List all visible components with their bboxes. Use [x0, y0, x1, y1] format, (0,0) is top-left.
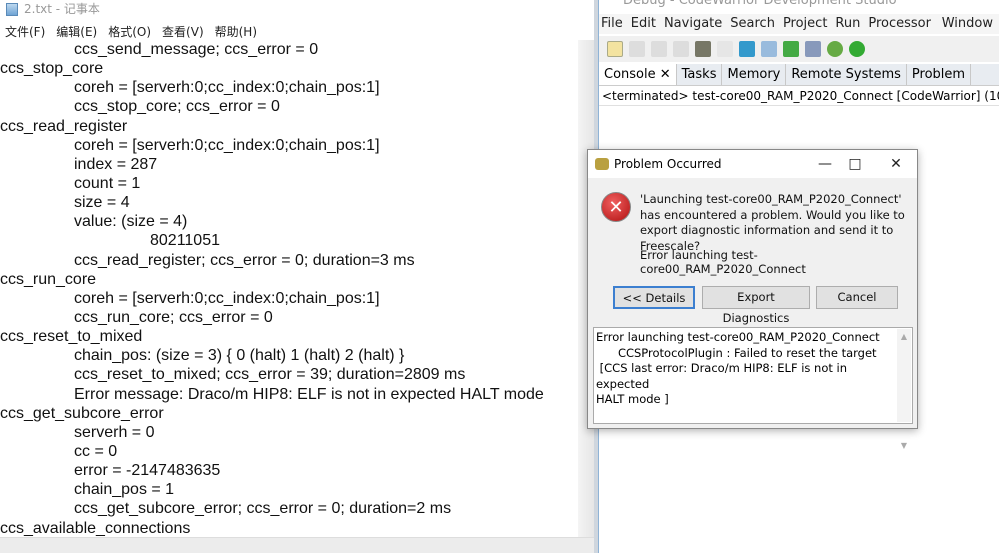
menu-format[interactable]: 格式(O): [103, 22, 157, 42]
run-icon[interactable]: [849, 41, 865, 57]
error-icon: ✕: [601, 192, 631, 222]
eclipse-menubar: File Edit Navigate Search Project Run Pr…: [599, 14, 999, 51]
text-line: ccs_reset_to_mixed; ccs_error = 39; dura…: [74, 366, 466, 384]
dialog-message: 'Launching test-core00_RAM_P2020_Connect…: [640, 192, 905, 253]
text-line: Error message: Draco/m HIP8: ELF is not …: [74, 385, 544, 403]
problem-dialog: Problem Occurred — □ ✕ ✕ 'Launching test…: [587, 149, 918, 450]
debug-icon[interactable]: [827, 41, 843, 57]
cancel-button[interactable]: Cancel: [816, 286, 898, 309]
menu-navigate[interactable]: Navigate: [662, 14, 726, 34]
text-line: ccs_available_connections: [0, 519, 191, 537]
details-content: Error launching test-core00_RAM_P2020_Co…: [596, 330, 880, 406]
text-line: count = 1: [74, 174, 141, 192]
text-line: ccs_stop_core; ccs_error = 0: [74, 98, 280, 116]
menu-run[interactable]: Run: [833, 14, 864, 34]
export-diagnostics-button[interactable]: Export Diagnostics: [702, 286, 810, 325]
details-text[interactable]: Error launching test-core00_RAM_P2020_Co…: [593, 327, 913, 450]
text-line: serverh = 0: [74, 423, 155, 441]
text-line: ccs_get_subcore_error; ccs_error = 0; du…: [74, 500, 452, 518]
details-scrollbar[interactable]: ▲ ▼: [897, 329, 911, 450]
maximize-icon[interactable]: □: [840, 150, 870, 178]
text-line: value: (size = 4): [74, 213, 188, 231]
flash-icon[interactable]: [739, 41, 755, 57]
text-line: ccs_reset_to_mixed: [0, 328, 143, 346]
dialog-titlebar: Problem Occurred — □ ✕: [588, 150, 917, 178]
board-icon[interactable]: [783, 41, 799, 57]
text-line: index = 287: [74, 155, 158, 173]
menu-view[interactable]: 查看(V): [157, 22, 210, 42]
binary-icon[interactable]: [761, 41, 777, 57]
text-line: ccs_run_core; ccs_error = 0: [74, 308, 273, 326]
notepad-title: 2.txt - 记事本: [24, 2, 100, 16]
menu-processor-expert[interactable]: Processor Expert: [866, 14, 937, 51]
link-icon[interactable]: [717, 41, 733, 57]
save-all-icon[interactable]: [651, 41, 667, 57]
text-line: ccs_send_message; ccs_error = 0: [74, 41, 319, 58]
codewarrior-icon: [595, 158, 609, 170]
tab-tasks[interactable]: Tasks: [677, 64, 723, 85]
print-icon[interactable]: [673, 41, 689, 57]
text-line: coreh = [serverh:0;cc_index:0;chain_pos:…: [74, 136, 380, 154]
close-icon[interactable]: ✕: [881, 150, 911, 178]
toolbar: [599, 36, 999, 62]
text-line: ccs_read_register: [0, 117, 128, 135]
eclipse-title: Debug - CodeWarrior Development Studio: [623, 0, 897, 8]
view-tabs: Console ✕ Tasks Memory Remote Systems Pr…: [599, 64, 999, 86]
notepad-menubar: 文件(F) 编辑(E) 格式(O) 查看(V) 帮助(H): [0, 22, 263, 42]
notepad-window: 2.txt - 记事本 文件(F) 编辑(E) 格式(O) 查看(V) 帮助(H…: [0, 0, 597, 553]
dialog-title: Problem Occurred: [614, 157, 722, 171]
register-icon[interactable]: [805, 41, 821, 57]
notepad-text-area[interactable]: ccs_send_message; ccs_error = 0 ccs_stop_…: [0, 40, 590, 537]
tools-icon[interactable]: [695, 41, 711, 57]
details-button[interactable]: << Details: [613, 286, 695, 309]
minimize-icon[interactable]: —: [810, 150, 840, 178]
menu-search[interactable]: Search: [728, 14, 779, 34]
text-line: size = 4: [74, 194, 130, 212]
menu-project[interactable]: Project: [781, 14, 831, 34]
text-line: ccs_stop_core: [0, 60, 104, 78]
horizontal-scrollbar[interactable]: [0, 537, 594, 553]
text-line: ccs_get_subcore_error: [0, 404, 164, 422]
notepad-icon: [6, 3, 18, 16]
text-line: coreh = [serverh:0;cc_index:0;chain_pos:…: [74, 79, 380, 97]
menu-file[interactable]: File: [599, 14, 627, 34]
menu-window[interactable]: Window: [940, 14, 997, 34]
text-line: cc = 0: [74, 442, 118, 460]
error-message: Error launching test-core00_RAM_P2020_Co…: [640, 248, 806, 276]
tab-memory[interactable]: Memory: [722, 64, 787, 85]
text-line: chain_pos = 1: [74, 481, 175, 499]
console-status: <terminated> test-core00_RAM_P2020_Conne…: [599, 86, 999, 106]
text-line: error = -2147483635: [74, 462, 221, 480]
text-line: ccs_read_register; ccs_error = 0; durati…: [74, 251, 415, 269]
menu-edit[interactable]: 编辑(E): [51, 22, 103, 42]
tab-problems[interactable]: Problem: [907, 64, 972, 85]
menu-edit[interactable]: Edit: [629, 14, 660, 34]
save-icon[interactable]: [629, 41, 645, 57]
text-line: ccs_run_core: [0, 270, 97, 288]
notepad-titlebar: 2.txt - 记事本: [0, 0, 597, 20]
text-line: 80211051: [150, 232, 220, 250]
tab-console[interactable]: Console ✕: [599, 64, 677, 85]
tab-remote-systems[interactable]: Remote Systems: [786, 64, 907, 85]
menu-help[interactable]: 帮助(H): [210, 22, 263, 42]
menu-file[interactable]: 文件(F): [0, 22, 51, 42]
text-line: chain_pos: (size = 3) { 0 (halt) 1 (halt…: [74, 347, 405, 365]
text-line: coreh = [serverh:0;cc_index:0;chain_pos:…: [74, 289, 380, 307]
new-icon[interactable]: [607, 41, 623, 57]
